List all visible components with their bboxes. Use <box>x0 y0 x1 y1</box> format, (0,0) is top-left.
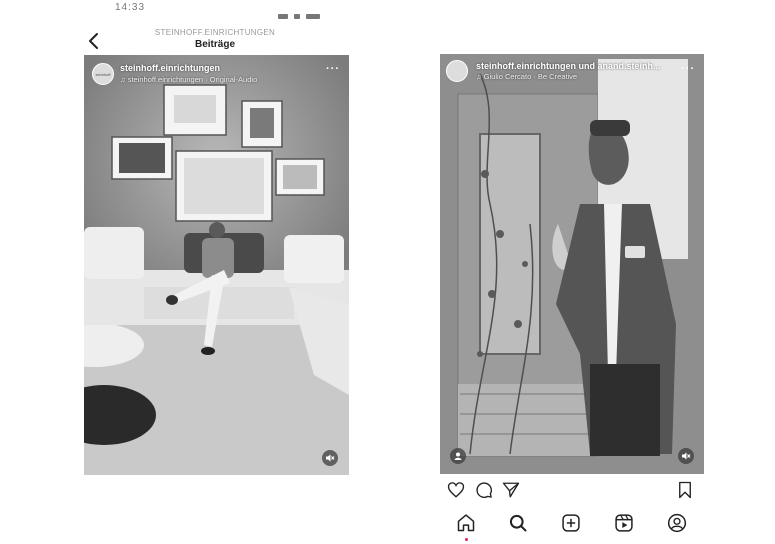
nav-home-dot <box>464 538 468 541</box>
profile-icon <box>667 513 687 533</box>
post-right-tags-button[interactable] <box>450 448 466 464</box>
status-time: 14:33 <box>115 2 146 13</box>
post-right-audio[interactable]: ♫ Giulio Cercato · Be Creative <box>476 72 577 81</box>
post-right-media[interactable]: steinhoff.einrichtungen und anand.steinh… <box>440 54 704 474</box>
avatar-text: steinhoff <box>95 71 111 77</box>
reels-icon <box>615 514 633 532</box>
heart-icon <box>447 482 465 498</box>
post-left-audio-text: steinhoff.einrichtungen · Original-Audio <box>127 75 258 84</box>
page-title: Beiträge <box>194 39 235 50</box>
post-right-more-button[interactable]: ··· <box>681 63 695 75</box>
send-icon <box>502 482 520 498</box>
share-button[interactable] <box>502 481 520 504</box>
post-left-more-button[interactable]: ··· <box>326 63 340 75</box>
nav-create[interactable] <box>561 513 581 538</box>
post-left-avatar[interactable]: steinhoff <box>92 63 114 85</box>
post-right-audio-text: Giulio Cercato · Be Creative <box>483 72 578 81</box>
bookmark-icon <box>679 481 691 499</box>
home-icon <box>457 514 475 532</box>
comment-button[interactable] <box>475 481 493 504</box>
plus-square-icon <box>562 514 580 532</box>
back-button[interactable] <box>84 30 106 52</box>
nav-search[interactable] <box>508 513 528 538</box>
post-right-mute-button[interactable] <box>678 448 694 464</box>
post-right-avatar[interactable] <box>446 60 468 82</box>
post-right-photo <box>440 54 704 474</box>
save-button[interactable] <box>676 481 694 504</box>
post-left-media[interactable]: steinhoff steinhoff.einrichtungen ♫ stei… <box>84 55 349 475</box>
nav-reels[interactable] <box>614 513 634 538</box>
speaker-muted-icon <box>326 454 335 462</box>
comment-icon <box>476 482 492 498</box>
like-button[interactable] <box>447 481 465 504</box>
status-icons <box>278 6 328 19</box>
music-note-icon: ♫ <box>120 75 128 84</box>
post-left-account[interactable]: steinhoff.einrichtungen <box>120 63 220 73</box>
nav-home[interactable] <box>456 513 476 541</box>
person-tag-icon <box>454 452 462 460</box>
nav-profile[interactable] <box>667 513 687 538</box>
chevron-left-icon <box>89 33 98 49</box>
speaker-muted-icon <box>682 452 691 460</box>
header-account: STEINHOFF.EINRICHTUNGEN <box>154 28 276 37</box>
post-right-account[interactable]: steinhoff.einrichtungen und anand.steinh… <box>476 61 661 71</box>
search-icon <box>509 514 527 532</box>
post-left-mute-button[interactable] <box>322 450 338 466</box>
post-left-audio[interactable]: ♫ steinhoff.einrichtungen · Original-Aud… <box>120 75 257 84</box>
music-note-icon: ♫ <box>476 72 484 81</box>
post-left-photo <box>84 55 349 475</box>
